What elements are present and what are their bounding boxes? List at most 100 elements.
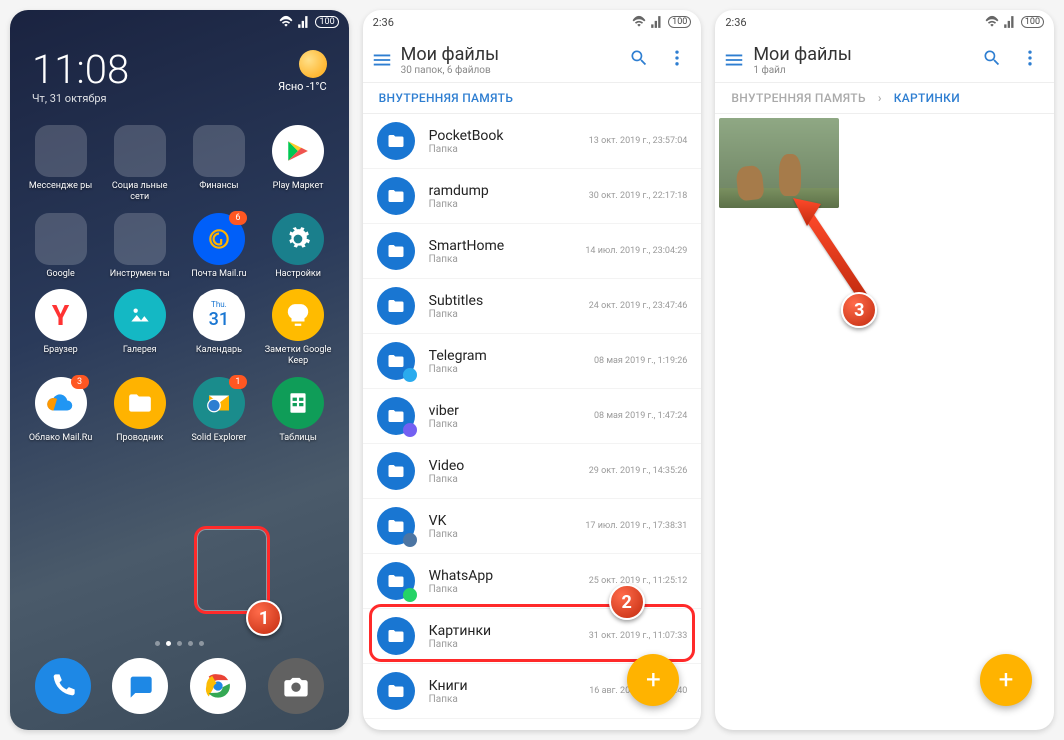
app-label: Галерея [123, 345, 157, 356]
app-галерея[interactable]: Галерея [103, 289, 176, 367]
app-play-маркет[interactable]: Play Маркет [262, 125, 335, 203]
app-календарь[interactable]: Thu.31 Календарь [182, 289, 255, 367]
folder-icon [377, 287, 415, 325]
folder-icon [377, 672, 415, 710]
app-label: Финансы [199, 181, 238, 192]
folder-list[interactable]: PocketBookПапка13 окт. 2019 г., 23:57:04… [363, 114, 702, 730]
page-title: Мои файлы [401, 44, 622, 65]
wifi-icon [279, 15, 293, 29]
folder-type: Папка [429, 144, 575, 155]
folder-type: Папка [429, 199, 575, 210]
page-subtitle: 30 папок, 6 файлов [401, 65, 622, 76]
app-таблицы[interactable]: Таблицы [262, 377, 335, 444]
breadcrumb-item[interactable]: ВНУТРЕННЯЯ ПАМЯТЬ [731, 91, 865, 105]
folder-row[interactable]: SubtitlesПапка24 окт. 2019 г., 23:47:46 [363, 279, 702, 334]
folder-name: Книги [429, 678, 576, 694]
folder-icon [114, 125, 166, 177]
dock-messages[interactable] [112, 658, 168, 714]
app-label: Календарь [196, 345, 242, 356]
app-solid-explorer[interactable]: 1Solid Explorer [182, 377, 255, 444]
fab-add[interactable]: + [627, 654, 679, 706]
dock-chrome[interactable] [190, 658, 246, 714]
app-инструмен-ты[interactable]: Инструмен ты [103, 213, 176, 280]
folder-date: 13 окт. 2019 г., 23:57:04 [589, 136, 688, 146]
solid-explorer-pictures: 2:36 100 Мои файлы 1 файл ВНУТРЕННЯЯ ПАМ… [715, 10, 1054, 730]
dock-camera[interactable] [268, 658, 324, 714]
app-label: Настройки [275, 269, 321, 280]
folder-row[interactable]: TelegramПапка08 мая 2019 г., 1:19:26 [363, 334, 702, 389]
badge: 1 [229, 375, 247, 389]
app-label: Облако Mail.Ru [29, 433, 92, 444]
more-button[interactable] [1020, 48, 1040, 72]
menu-button[interactable] [371, 49, 393, 71]
folder-date: 24 окт. 2019 г., 23:47:46 [589, 301, 688, 311]
chevron-right-icon: › [878, 91, 882, 105]
more-button[interactable] [667, 48, 687, 72]
folder-name: Subtitles [429, 293, 575, 309]
app-label: Таблицы [279, 433, 316, 444]
folder-row[interactable]: PocketBookПапка 13 окт. 2019 г., 23:57:04 [363, 114, 702, 169]
dock-phone[interactable] [35, 658, 91, 714]
solid-explorer-root: 2:36 100 Мои файлы 30 папок, 6 файлов ВН… [363, 10, 702, 730]
app-браузер[interactable]: YБраузер [24, 289, 97, 367]
folder-icon [377, 562, 415, 600]
status-icons: 100 [279, 15, 338, 29]
menu-button[interactable] [723, 49, 745, 71]
app-почта-mail.ru[interactable]: 6Почта Mail.ru [182, 213, 255, 280]
folder-row[interactable]: viberПапка 08 мая 2019 г., 1:47:24 [363, 389, 702, 444]
app-социа-льные-сети[interactable]: Социа льные сети [103, 125, 176, 203]
folder-date: 17 июл. 2019 г., 17:38:31 [585, 521, 687, 531]
search-button[interactable] [982, 48, 1002, 72]
folder-icon [377, 122, 415, 160]
folder-icon [377, 397, 415, 435]
folder-icon [193, 125, 245, 177]
app-label: Play Маркет [273, 181, 324, 192]
folder-type: Папка [429, 639, 575, 650]
folder-icon [114, 377, 166, 429]
dock [10, 658, 349, 714]
app-финансы[interactable]: Финансы [182, 125, 255, 203]
folder-date: 08 мая 2019 г., 1:47:24 [594, 411, 687, 421]
folder-name: Video [429, 458, 575, 474]
folder-type: Папка [429, 419, 580, 430]
folder-row[interactable]: ramdumpПапка30 окт. 2019 г., 22:17:18 [363, 169, 702, 224]
phone-icon [35, 658, 91, 714]
app-облако-mail.ru[interactable]: 3 Облако Mail.Ru [24, 377, 97, 444]
weather[interactable]: Ясно -1°C [278, 50, 327, 93]
app-label: Браузер [43, 345, 77, 356]
app-google[interactable]: Google [24, 213, 97, 280]
folder-row[interactable]: SmartHomeПапка14 июл. 2019 г., 23:04:29 [363, 224, 702, 279]
folder-row[interactable]: VKПапка17 июл. 2019 г., 17:38:31 [363, 499, 702, 554]
image-thumbnail[interactable] [719, 118, 839, 208]
calendar-icon: Thu.31 [193, 289, 245, 341]
app-заметки-google-keep[interactable]: Заметки Google Keep [262, 289, 335, 367]
app-мессендже-ры[interactable]: Мессендже ры [24, 125, 97, 203]
app-label: Google [46, 269, 74, 280]
play-icon [272, 125, 324, 177]
app-настройки[interactable]: Настройки [262, 213, 335, 280]
search-button[interactable] [629, 48, 649, 72]
folder-name: PocketBook [429, 128, 575, 144]
app-label: Мессендже ры [29, 181, 92, 192]
mail-icon: 6 [193, 213, 245, 265]
folder-icon [377, 232, 415, 270]
folder-name: Telegram [429, 348, 580, 364]
breadcrumb-item[interactable]: ВНУТРЕННЯЯ ПАМЯТЬ [379, 91, 513, 105]
breadcrumb-item[interactable]: КАРТИНКИ [894, 91, 960, 105]
app-проводник[interactable]: Проводник [103, 377, 176, 444]
folder-date: 08 мая 2019 г., 1:19:26 [594, 356, 687, 366]
badge: 3 [71, 375, 89, 389]
folder-name: VK [429, 513, 572, 529]
folder-row[interactable]: WhatsAppПапка25 окт. 2019 г., 11:25:12 [363, 554, 702, 609]
folder-name: SmartHome [429, 238, 572, 254]
folder-name: viber [429, 403, 580, 419]
folder-type: Папка [429, 584, 575, 595]
folder-icon [377, 342, 415, 380]
date: Чт, 31 октября [32, 92, 129, 105]
fab-add[interactable]: + [980, 654, 1032, 706]
camera-icon [268, 658, 324, 714]
folder-row[interactable]: VideoПапка29 окт. 2019 г., 14:35:26 [363, 444, 702, 499]
folder-icon [377, 507, 415, 545]
folder-date: 25 окт. 2019 г., 11:25:12 [589, 576, 688, 586]
app-label: Инструмен ты [110, 269, 170, 280]
